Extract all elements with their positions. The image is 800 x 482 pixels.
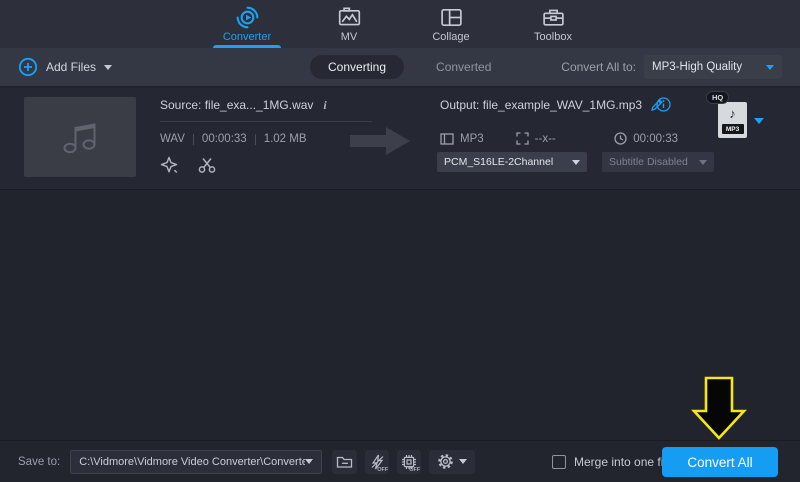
file-row[interactable]: Source: file_exa..._1MG.wav i WAV 00:00:… xyxy=(0,88,800,190)
meta-separator xyxy=(192,133,194,145)
music-note-icon xyxy=(63,123,96,154)
add-files-button[interactable]: Add Files xyxy=(18,57,113,77)
clock-icon xyxy=(614,132,627,145)
merge-label: Merge into one file xyxy=(574,454,673,469)
add-files-label: Add Files xyxy=(46,60,97,74)
add-files-caret-icon xyxy=(104,64,113,70)
tab-converting-label: Converting xyxy=(328,60,387,74)
output-resolution: --x-- xyxy=(534,132,556,145)
tab-toolbox-label: Toolbox xyxy=(534,31,572,43)
source-meta: WAV 00:00:33 1.02 MB xyxy=(160,133,307,145)
collage-icon xyxy=(439,4,464,30)
high-speed-off-label: OFF xyxy=(377,466,389,473)
file-type-tag: MP3 xyxy=(721,124,744,134)
toolbar: Add Files Converting Converted Convert A… xyxy=(0,48,800,86)
output-info-icon[interactable] xyxy=(656,97,671,112)
mv-icon xyxy=(337,4,362,30)
convert-all-to-group: Convert All to: MP3-High Quality xyxy=(561,48,782,86)
gear-icon xyxy=(438,454,454,469)
source-duration: 00:00:33 xyxy=(201,133,247,145)
subtitle-dropdown[interactable]: Subtitle Disabled xyxy=(602,152,714,172)
output-name: Output: file_example_WAV_1MG.mp3 xyxy=(440,98,664,112)
resolution-icon xyxy=(516,132,529,145)
footer-bar: Save to: C:\Vidmore\Vidmore Video Conver… xyxy=(0,440,800,482)
source-name: Source: file_exa..._1MG.wav i xyxy=(160,98,327,113)
profile-caret-icon xyxy=(766,64,774,70)
add-files-plus-icon xyxy=(18,57,38,77)
tab-mv[interactable]: MV xyxy=(311,0,387,48)
merge-checkbox[interactable] xyxy=(552,454,566,469)
source-to-output-arrow-icon xyxy=(348,124,412,158)
source-divider xyxy=(160,121,372,122)
output-profile-value: MP3-High Quality xyxy=(652,61,743,73)
footer-tools: OFF OFF xyxy=(332,449,476,474)
format-picker-caret-icon[interactable] xyxy=(754,118,764,124)
file-note-icon: ♪ xyxy=(729,106,736,121)
edit-tools xyxy=(158,154,218,176)
convert-all-button[interactable]: Convert All xyxy=(662,447,778,477)
hardware-accel-off-label: OFF xyxy=(409,466,421,473)
mp3-file-icon[interactable]: ♪ MP3 xyxy=(718,102,747,138)
output-format: MP3 xyxy=(460,132,484,145)
output-profile-dropdown[interactable]: MP3-High Quality xyxy=(644,55,782,79)
cut-scissors-icon[interactable] xyxy=(196,154,218,176)
save-to-label: Save to: xyxy=(18,455,61,468)
settings-button[interactable] xyxy=(429,449,476,474)
tab-mv-label: MV xyxy=(340,31,358,43)
source-format: WAV xyxy=(160,133,185,145)
audio-codec-caret-icon xyxy=(572,159,580,165)
source-size: 1.02 MB xyxy=(263,133,307,145)
output-meta: MP3 --x-- 00:00:33 xyxy=(440,132,678,145)
merge-option: Merge into one file xyxy=(552,454,673,469)
top-nav: Converter MV Collage Toolbox xyxy=(0,0,800,48)
tab-converting[interactable]: Converting xyxy=(310,55,405,79)
toolbox-icon xyxy=(541,4,566,30)
subtitle-value: Subtitle Disabled xyxy=(609,156,688,168)
save-path-caret-icon xyxy=(305,459,314,464)
tab-converted-label: Converted xyxy=(436,60,492,74)
media-thumbnail xyxy=(24,97,136,177)
output-duration: 00:00:33 xyxy=(633,132,678,145)
audio-codec-dropdown[interactable]: PCM_S16LE-2Channel xyxy=(437,152,587,172)
hardware-accel-off-button[interactable]: OFF xyxy=(397,449,422,474)
settings-caret-icon xyxy=(459,459,468,464)
output-name-label: Output: file_example_WAV_1MG.mp3 xyxy=(440,98,643,112)
effects-star-icon[interactable] xyxy=(158,154,180,176)
high-speed-off-button[interactable]: OFF xyxy=(365,449,390,474)
source-info-icon[interactable]: i xyxy=(323,98,326,113)
queue-tabs: Converting Converted xyxy=(310,48,509,86)
tab-converter-label: Converter xyxy=(222,31,272,43)
save-path-value: C:\Vidmore\Vidmore Video Converter\Conve… xyxy=(79,455,306,468)
quality-badge: HQ xyxy=(706,91,730,104)
subtitle-caret-icon xyxy=(699,159,707,165)
save-path-dropdown[interactable]: C:\Vidmore\Vidmore Video Converter\Conve… xyxy=(70,449,323,474)
audio-codec-value: PCM_S16LE-2Channel xyxy=(444,156,554,168)
source-name-label: Source: file_exa..._1MG.wav xyxy=(160,98,314,112)
tab-collage[interactable]: Collage xyxy=(413,0,489,48)
tab-converter[interactable]: Converter xyxy=(209,0,285,48)
convert-all-to-label: Convert All to: xyxy=(561,60,636,74)
content-area: Source: file_exa..._1MG.wav i WAV 00:00:… xyxy=(0,86,800,440)
converter-icon xyxy=(235,4,260,30)
format-frame-icon xyxy=(440,132,454,145)
meta-separator xyxy=(254,133,256,145)
open-folder-button[interactable] xyxy=(332,449,358,474)
tab-toolbox[interactable]: Toolbox xyxy=(515,0,591,48)
tab-converted[interactable]: Converted xyxy=(418,55,509,79)
tab-collage-label: Collage xyxy=(432,31,470,43)
